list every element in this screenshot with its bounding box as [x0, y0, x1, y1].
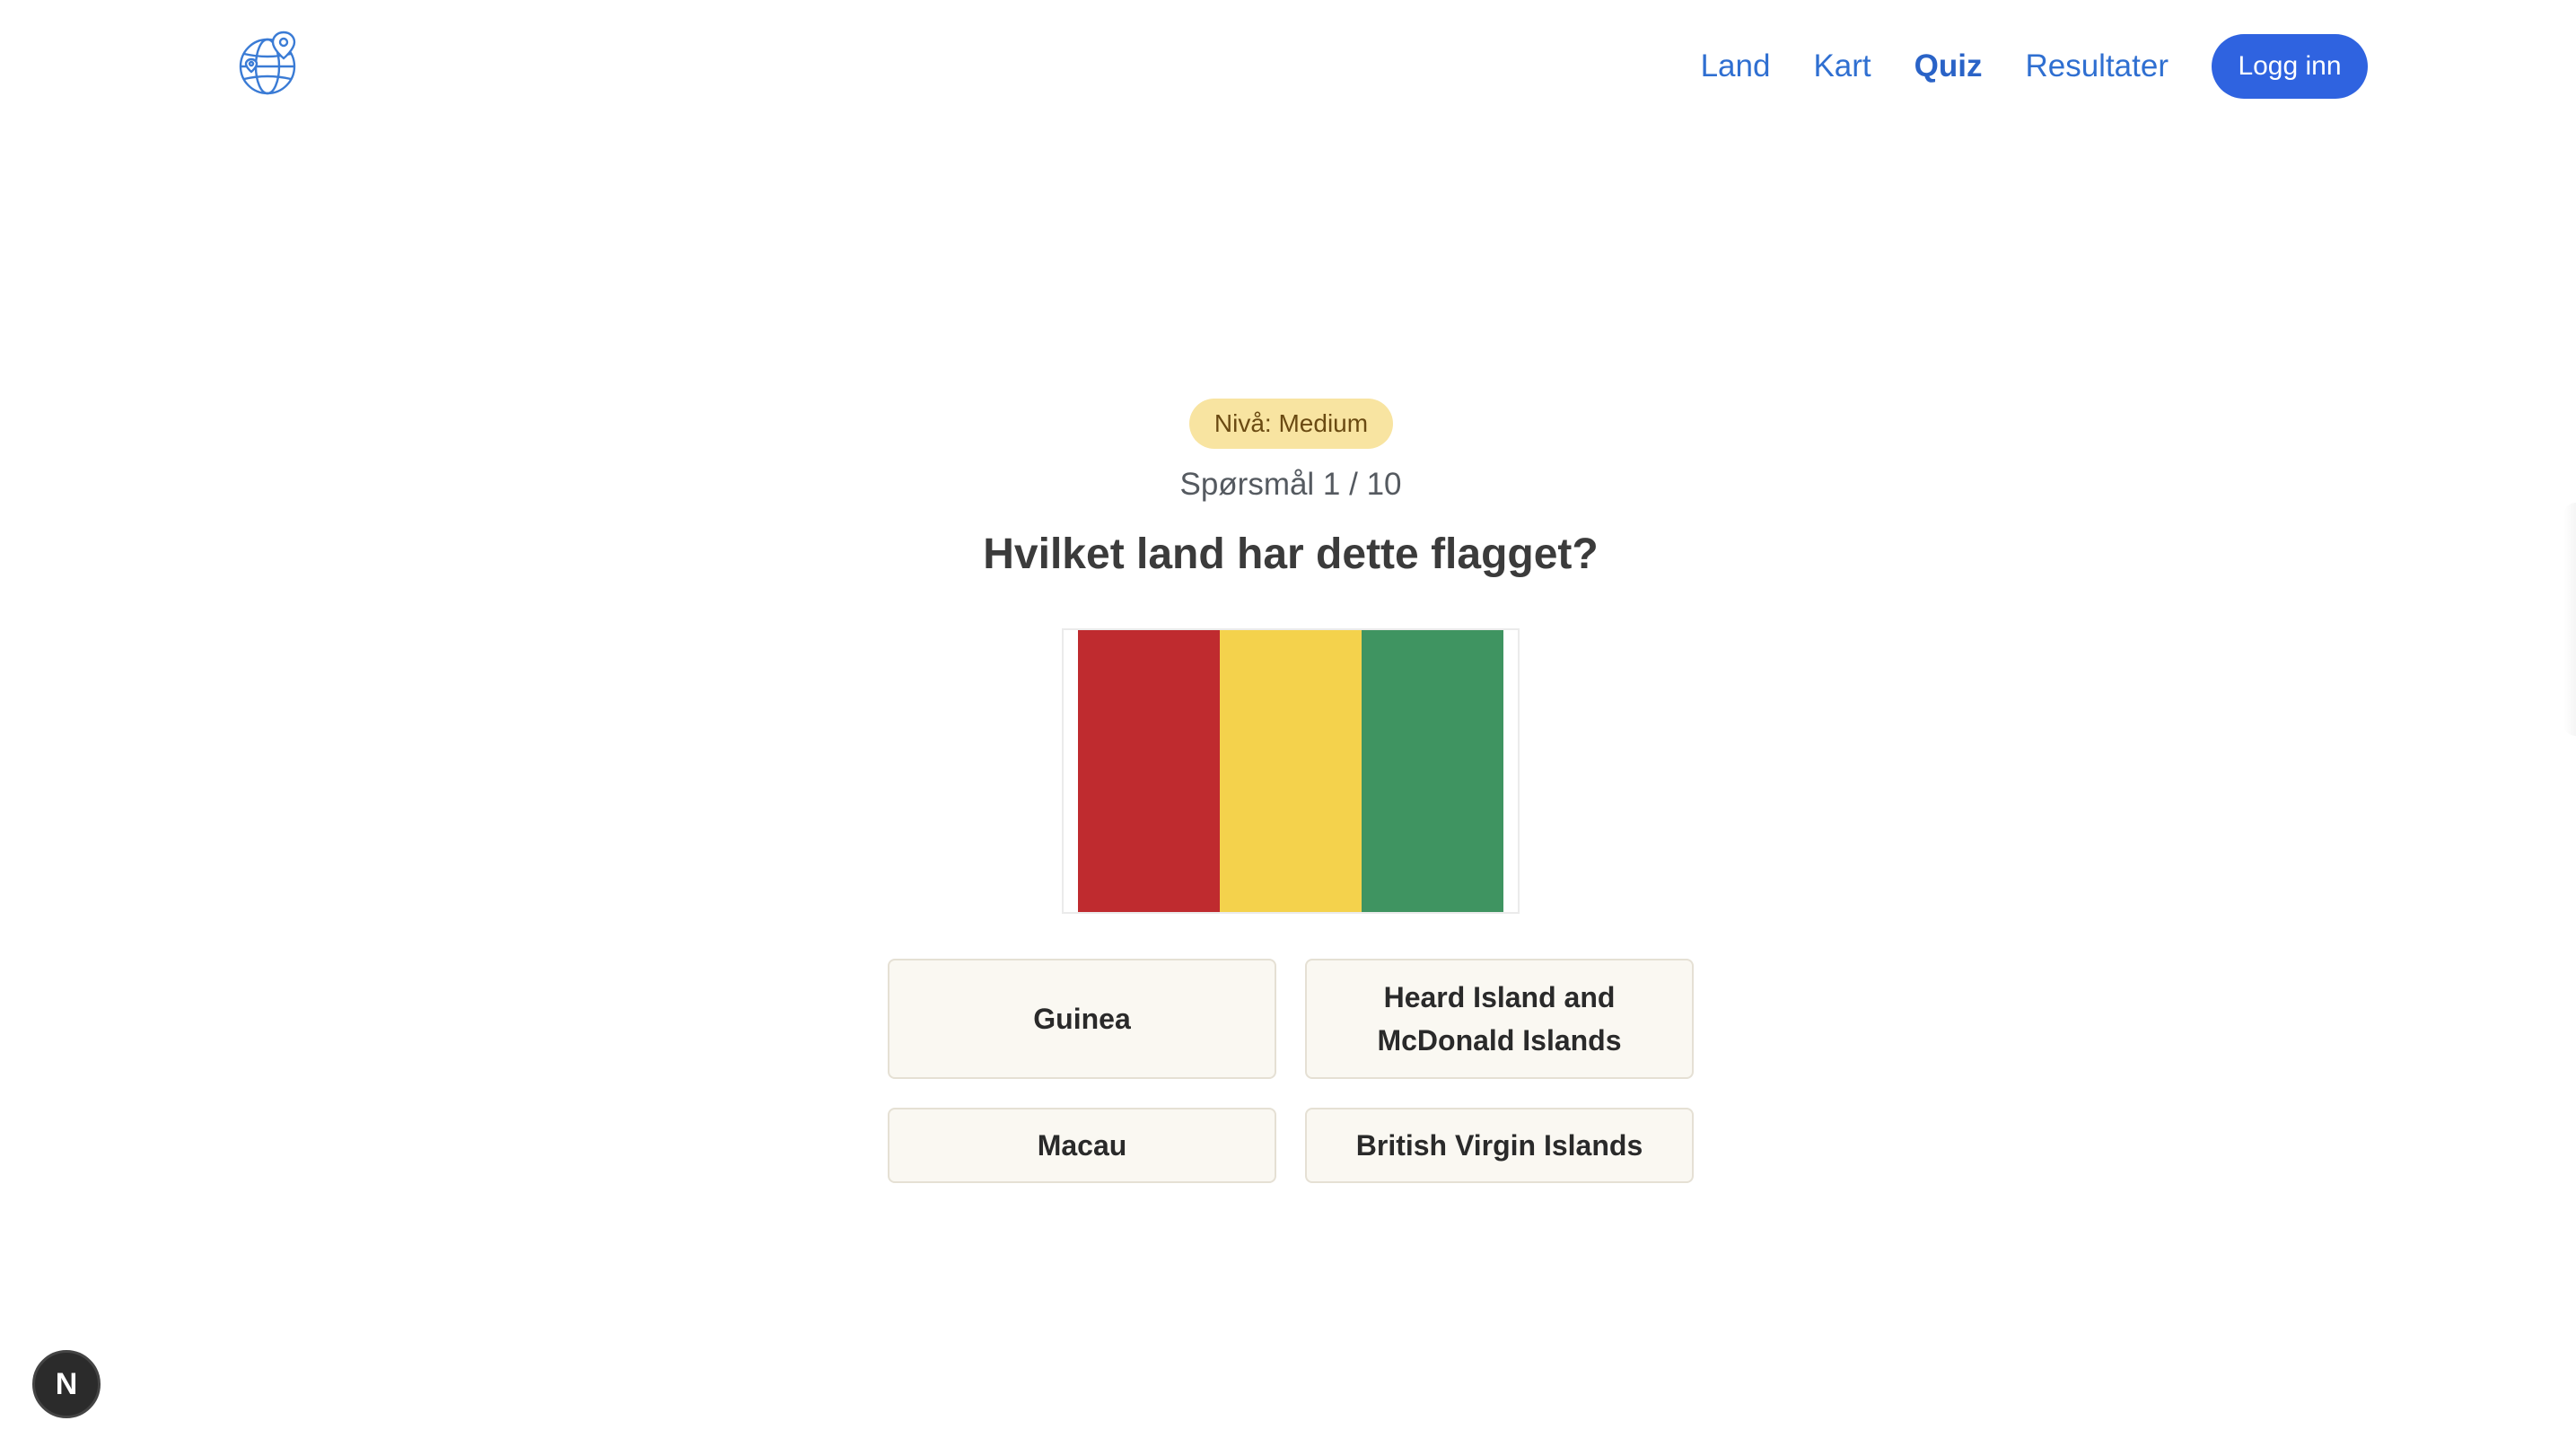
globe-location-icon[interactable]: [235, 29, 307, 101]
nav-link-land[interactable]: Land: [1701, 48, 1771, 84]
main-nav: Land Kart Quiz Resultater Logg inn: [1701, 34, 2368, 99]
answer-button-british-virgin-islands[interactable]: British Virgin Islands: [1305, 1108, 1694, 1183]
nav-link-kart[interactable]: Kart: [1813, 48, 1871, 84]
flag-stripe-green: [1362, 630, 1503, 912]
nav-link-quiz[interactable]: Quiz: [1914, 48, 1983, 84]
login-button[interactable]: Logg inn: [2212, 34, 2368, 99]
flag-stripe-red: [1078, 630, 1220, 912]
answer-options: Guinea Heard Island and McDonald Islands…: [888, 959, 1694, 1183]
answer-button-macau[interactable]: Macau: [888, 1108, 1276, 1183]
answer-button-guinea[interactable]: Guinea: [888, 959, 1276, 1079]
nextjs-dev-indicator[interactable]: N: [32, 1350, 101, 1418]
question-title: Hvilket land har dette flagget?: [983, 531, 1599, 578]
question-progress: Spørsmål 1 / 10: [1179, 467, 1402, 502]
answer-button-heard-island[interactable]: Heard Island and McDonald Islands: [1305, 959, 1694, 1079]
edge-shadow: [2563, 503, 2576, 736]
nav-link-resultater[interactable]: Resultater: [2025, 48, 2169, 84]
level-badge: Nivå: Medium: [1189, 399, 1393, 449]
flag-image: [1062, 628, 1520, 914]
page: Land Kart Quiz Resultater Logg inn Nivå:…: [0, 0, 2576, 1447]
flag-stripe-yellow: [1220, 630, 1362, 912]
